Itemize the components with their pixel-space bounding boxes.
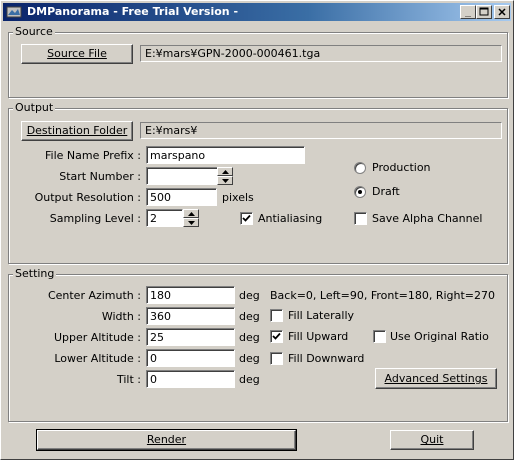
destination-path-field: E:¥mars¥ [140,122,502,139]
main-window: DMPanorama - Free Trial Version - _ Sour… [0,0,514,460]
app-icon [6,4,22,20]
output-group-label: Output [13,101,56,114]
width-label: Width : [101,310,141,323]
fill-downward-checkbox[interactable] [270,352,283,365]
source-group-label: Source [13,25,55,38]
maximize-button[interactable] [476,5,492,19]
arrow-down-icon [222,179,229,183]
use-original-ratio-checkbox[interactable] [373,330,386,343]
window-title: DMPanorama - Free Trial Version - [27,5,239,18]
fill-laterally-label[interactable]: Fill Laterally [288,309,354,322]
upper-altitude-unit-label: deg [239,331,260,344]
draft-radio[interactable] [354,186,366,198]
arrow-down-icon [188,221,195,225]
sampling-level-label: Sampling Level : [49,212,141,225]
checkmark-icon [272,332,281,340]
spin-up-button[interactable] [183,209,199,218]
upper-altitude-label: Upper Altitude : [54,331,141,344]
use-original-ratio-label[interactable]: Use Original Ratio [390,330,489,343]
destination-folder-button[interactable]: Destination Folder [21,121,133,141]
start-number-label: Start Number : [59,170,141,183]
lower-altitude-input[interactable]: 0 [146,349,235,367]
center-azimuth-label: Center Azimuth : [47,289,141,302]
radio-selected-dot [358,190,362,194]
maximize-icon [479,7,489,16]
draft-label[interactable]: Draft [372,185,400,198]
spin-down-button[interactable] [217,176,233,185]
sampling-level-spinner[interactable] [183,209,199,227]
arrow-up-icon [188,212,195,216]
sampling-level-input[interactable]: 2 [146,209,183,227]
quit-button[interactable]: Quit [390,430,474,450]
azimuth-unit-label: deg [239,289,260,302]
file-name-prefix-input[interactable]: marspano [146,146,305,164]
antialiasing-label[interactable]: Antialiasing [258,212,322,225]
width-unit-label: deg [239,310,260,323]
lower-altitude-unit-label: deg [239,352,260,365]
fill-laterally-checkbox[interactable] [270,309,283,322]
file-name-prefix-label: File Name Prefix : [45,149,141,162]
azimuth-hint-text: Back=0, Left=90, Front=180, Right=270 [270,289,496,302]
save-alpha-channel-checkbox[interactable] [354,212,367,225]
minimize-button[interactable]: _ [460,5,476,19]
advanced-settings-button[interactable]: Advanced Settings [375,368,497,389]
start-number-spinner[interactable] [217,167,233,185]
width-input[interactable]: 360 [146,307,235,325]
tilt-unit-label: deg [239,373,260,386]
upper-altitude-input[interactable]: 25 [146,328,235,346]
render-button[interactable]: Render [36,429,297,451]
source-file-button[interactable]: Source File [21,44,133,64]
setting-group-label: Setting [13,267,57,280]
title-bar[interactable]: DMPanorama - Free Trial Version - _ [3,3,511,21]
tilt-input[interactable]: 0 [146,370,235,388]
close-button[interactable] [494,5,510,19]
start-number-input[interactable] [146,167,218,185]
production-radio[interactable] [354,162,366,174]
tilt-label: Tilt : [116,373,141,386]
antialiasing-checkbox[interactable] [240,212,253,225]
output-resolution-input[interactable]: 500 [146,188,217,206]
spin-up-button[interactable] [217,167,233,176]
arrow-up-icon [222,170,229,174]
save-alpha-channel-label[interactable]: Save Alpha Channel [372,212,482,225]
spin-down-button[interactable] [183,218,199,227]
output-resolution-label: Output Resolution : [34,191,141,204]
lower-altitude-label: Lower Altitude : [54,352,141,365]
checkmark-icon [242,214,251,222]
resolution-unit-label: pixels [222,191,254,204]
fill-downward-label[interactable]: Fill Downward [288,352,364,365]
source-group [8,32,508,98]
fill-upward-label[interactable]: Fill Upward [288,330,348,343]
fill-upward-checkbox[interactable] [270,330,283,343]
center-azimuth-input[interactable]: 180 [146,286,235,304]
production-label[interactable]: Production [372,161,431,174]
source-path-field: E:¥mars¥GPN-2000-000461.tga [140,45,502,62]
close-icon [498,8,506,16]
minimize-icon: _ [464,6,472,17]
